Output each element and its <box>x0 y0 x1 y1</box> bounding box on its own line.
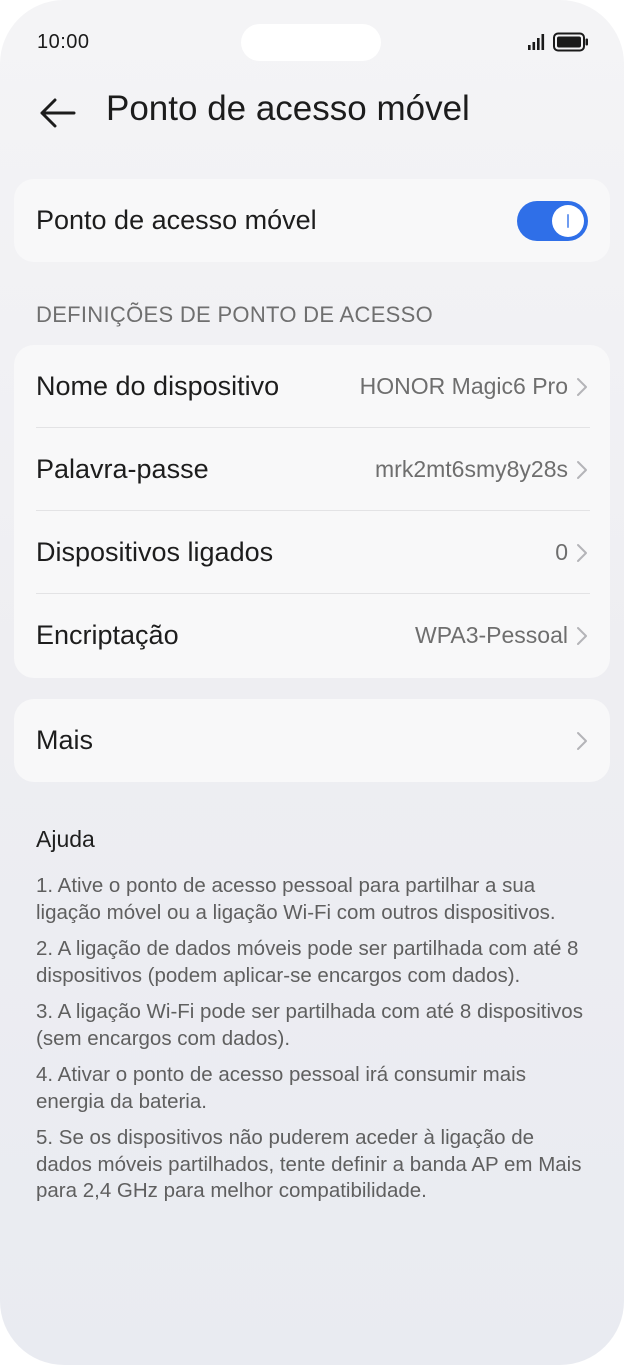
back-button[interactable] <box>34 90 80 136</box>
row-value: HONOR Magic6 Pro <box>359 373 568 399</box>
chevron-right-icon <box>577 460 587 479</box>
help-title: Ajuda <box>36 826 95 852</box>
arrow-left-icon <box>40 98 76 128</box>
help-item: 5. Se os dispositivos não puderem aceder… <box>36 1126 582 1202</box>
row-value: mrk2mt6smy8y28s <box>375 456 568 482</box>
phone-screen: 10:00 Ponto de acesso móvel Ponto de ace… <box>0 0 624 1365</box>
toggle-knob <box>552 204 584 237</box>
help-item: 4. Ativar o ponto de acesso pessoal irá … <box>36 1063 526 1113</box>
hotspot-label: Ponto de acesso móvel <box>36 205 317 235</box>
row-more[interactable]: Mais <box>36 699 588 782</box>
row-label: Palavra-passe <box>36 454 209 484</box>
row-label: Encriptação <box>36 620 179 650</box>
more-card: Mais <box>14 699 610 782</box>
row-value: WPA3-Pessoal <box>415 622 568 648</box>
section-header-hotspot-settings: DEFINIÇÕES DE PONTO DE ACESSO <box>36 302 434 327</box>
help-section: Ajuda 1. Ative o ponto de acesso pessoal… <box>36 826 592 1215</box>
row-password[interactable]: Palavra-passe mrk2mt6smy8y28s <box>36 428 588 511</box>
chevron-right-icon <box>577 543 587 562</box>
row-encryption[interactable]: Encriptação WPA3-Pessoal <box>36 594 588 677</box>
row-label: Dispositivos ligados <box>36 537 274 567</box>
camera-notch <box>241 24 381 61</box>
chevron-right-icon <box>577 731 587 750</box>
page-title: Ponto de acesso móvel <box>106 89 470 128</box>
status-bar: 10:00 <box>0 0 624 84</box>
chevron-right-icon <box>577 377 587 396</box>
row-device-name[interactable]: Nome do dispositivo HONOR Magic6 Pro <box>36 345 588 428</box>
cellular-signal-icon <box>527 33 547 56</box>
hotspot-toggle[interactable] <box>517 200 588 241</box>
hotspot-toggle-row[interactable]: Ponto de acesso móvel <box>36 179 588 262</box>
help-item: 1. Ative o ponto de acesso pessoal para … <box>36 874 556 924</box>
row-value: 0 <box>555 539 568 565</box>
toggle-on-mark <box>567 213 569 228</box>
more-label: Mais <box>36 725 94 755</box>
status-time: 10:00 <box>37 31 90 53</box>
hotspot-settings-card: Nome do dispositivo HONOR Magic6 Pro Pal… <box>14 345 610 678</box>
battery-full-icon <box>553 32 589 57</box>
help-item: 3. A ligação Wi-Fi pode ser partilhada c… <box>36 1000 583 1050</box>
row-connected-devices[interactable]: Dispositivos ligados 0 <box>36 511 588 594</box>
hotspot-card: Ponto de acesso móvel <box>14 179 610 262</box>
row-label: Nome do dispositivo <box>36 371 280 401</box>
help-item: 2. A ligação de dados móveis pode ser pa… <box>36 937 579 987</box>
chevron-right-icon <box>577 626 587 645</box>
app-header: Ponto de acesso móvel <box>0 84 624 140</box>
